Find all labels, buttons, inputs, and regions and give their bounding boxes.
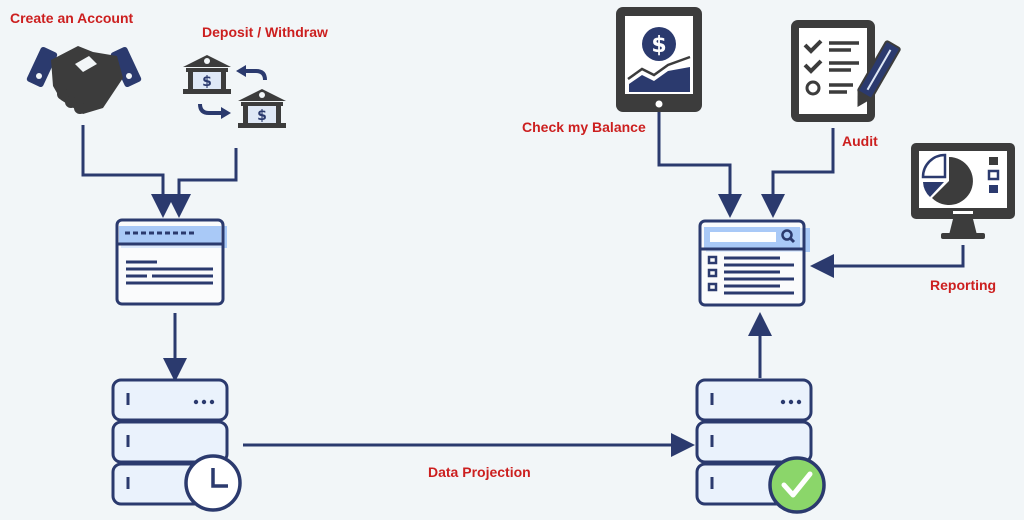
label-reporting: Reporting: [930, 277, 997, 293]
diagram-canvas: $ $ $: [26, 7, 1015, 514]
label-deposit-withdraw: Deposit / Withdraw: [202, 24, 328, 40]
label-audit: Audit: [842, 133, 878, 149]
tablet-dollar-icon: $: [616, 7, 702, 112]
check-badge-icon: [768, 456, 826, 514]
connector-deposit-to-form: [167, 148, 238, 218]
label-check-balance: Check my Balance: [522, 119, 646, 135]
database-check-icon: [695, 378, 826, 514]
handshake-icon: [26, 46, 142, 114]
clock-icon: [184, 454, 242, 512]
label-create-account: Create an Account: [10, 10, 134, 26]
svg-text:$: $: [202, 74, 212, 90]
monitor-pie-icon: [911, 143, 1015, 239]
form-window-icon: [115, 218, 227, 306]
bank-transfer-icon: $ $: [183, 55, 286, 128]
connector-reporting-to-query: [810, 245, 965, 278]
connector-create-to-form: [81, 125, 175, 218]
svg-text:$: $: [651, 33, 666, 58]
connector-audit-to-query: [761, 128, 835, 218]
label-data-projection: Data Projection: [428, 464, 531, 480]
svg-text:$: $: [257, 108, 267, 124]
checklist-pencil-icon: [791, 20, 901, 122]
search-window-icon: [698, 219, 810, 307]
connector-balance-to-query: [657, 112, 742, 218]
database-clock-icon: [111, 378, 242, 512]
